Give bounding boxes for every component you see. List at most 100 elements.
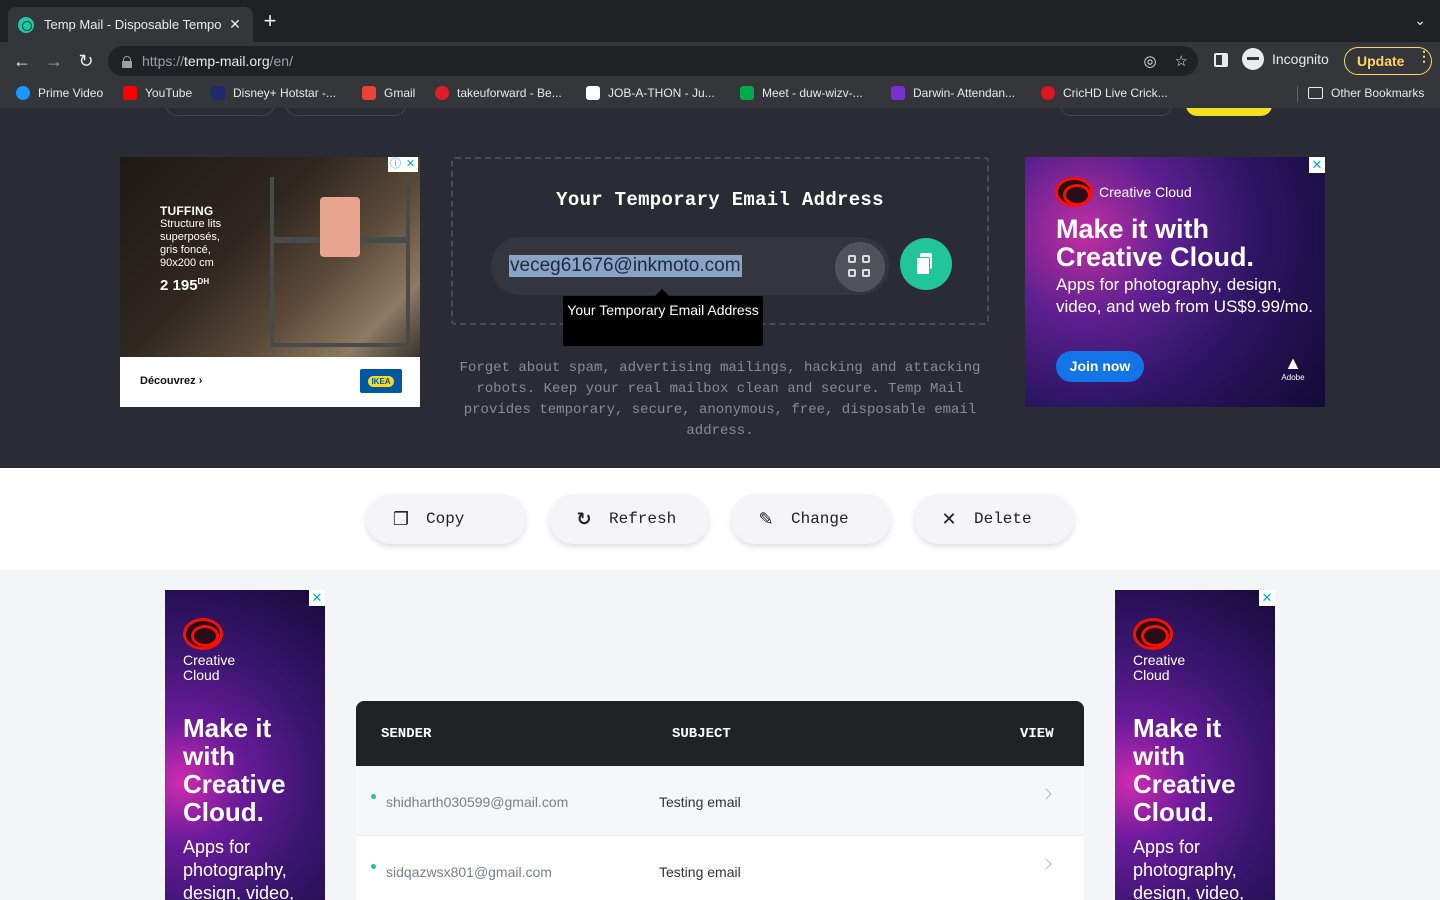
bookmark-youtube[interactable]: YouTube — [123, 86, 192, 100]
email-address-field[interactable]: veceg61676@inkmoto.com — [491, 237, 889, 295]
other-bookmarks-label: Other Bookmarks — [1331, 86, 1425, 100]
side-panel-icon[interactable] — [1214, 53, 1228, 67]
address-bar[interactable]: https://temp-mail.org/en/ ◎ ☆ — [108, 46, 1198, 76]
close-ad-icon[interactable]: ✕ — [309, 590, 325, 606]
info-icon[interactable]: ⓘ — [388, 157, 403, 172]
inbox-row[interactable]: shidharth030599@gmail.com Testing email — [356, 766, 1084, 836]
headline-line: Creative Cloud. — [1056, 242, 1255, 272]
bookmark-takeuforward[interactable]: takeuforward - Be... — [435, 86, 562, 100]
back-button[interactable]: ← — [11, 51, 33, 71]
crichd-icon — [1041, 86, 1055, 100]
adobe-logo: ▲ Adobe — [1281, 353, 1305, 382]
menu-dots-icon[interactable]: ⋮ — [1417, 49, 1431, 63]
ikea-cta[interactable]: Découvrez › — [140, 375, 202, 387]
browser-tab[interactable]: Temp Mail - Disposable Tempo ✕ — [8, 7, 253, 42]
tab-search-chevron-icon[interactable]: ⌄ — [1414, 12, 1426, 29]
creative-cloud-brand: Creative Cloud — [1099, 184, 1192, 200]
headline-line: Creative — [183, 769, 286, 799]
row-subject: Testing email — [659, 794, 741, 810]
page-viewport: TUFFING Structure lits superposés, gris … — [0, 108, 1440, 900]
bookmark-label: Prime Video — [38, 86, 104, 100]
delete-button[interactable]: ✕ Delete — [914, 494, 1074, 544]
close-ad-icon[interactable]: ✕ — [1309, 157, 1325, 173]
url-path: /en/ — [269, 53, 293, 69]
row-subject: Testing email — [659, 864, 741, 880]
copy-label: Copy — [426, 510, 465, 528]
prime-video-icon — [16, 86, 30, 100]
darwin-icon — [891, 86, 905, 100]
header-nav-pill[interactable] — [1060, 108, 1172, 116]
other-bookmarks[interactable]: Other Bookmarks — [1308, 86, 1424, 100]
forward-button[interactable]: → — [43, 51, 65, 71]
bookmark-crichd[interactable]: CricHD Live Crick... — [1041, 86, 1168, 100]
join-now-button[interactable]: Join now — [1056, 351, 1144, 382]
ikea-desc-line: 90x200 cm — [160, 257, 214, 269]
skyscraper-subtext: Apps for photography, design, video, — [183, 836, 294, 900]
inbox-row[interactable]: sidqazwsx801@gmail.com Testing email — [356, 836, 1084, 900]
bookmark-prime-video[interactable]: Prime Video — [16, 86, 103, 100]
headline-line: Make it with — [1056, 214, 1210, 244]
reload-button[interactable]: ↻ — [75, 51, 97, 71]
ikea-desc-line: superposés, — [160, 231, 220, 243]
close-tab-icon[interactable]: ✕ — [227, 16, 243, 33]
headline-line: Cloud. — [183, 797, 264, 827]
adchoices-badge[interactable]: ⓘ ✕ — [388, 157, 418, 172]
bookmark-star-icon[interactable]: ☆ — [1175, 52, 1188, 70]
change-label: Change — [791, 510, 849, 528]
ikea-price-unit: DH — [197, 277, 210, 286]
update-button[interactable]: Update ⋮ — [1344, 47, 1432, 75]
view-chevron-icon[interactable] — [1040, 788, 1052, 800]
tab-title: Temp Mail - Disposable Tempo — [44, 17, 222, 32]
bookmark-darwin[interactable]: Darwin- Attendan... — [891, 86, 1015, 100]
browser-toolbar: ← → ↻ https://temp-mail.org/en/ ◎ ☆ Inco… — [0, 42, 1440, 80]
refresh-icon: ↻ — [576, 508, 592, 530]
skyscraper-subtext: Apps for photography, design, video, — [1133, 836, 1244, 900]
creative-cloud-logo: Creative Cloud — [1055, 177, 1192, 207]
creative-cloud-ad[interactable]: Creative Cloud Make it with Creative Clo… — [1025, 157, 1325, 407]
ikea-desc-line: gris foncé, — [160, 244, 211, 256]
view-chevron-icon[interactable] — [1040, 858, 1052, 870]
copy-button[interactable]: ❐ Copy — [366, 494, 526, 544]
creative-cloud-skyscraper-ad-right[interactable]: Creative Cloud Make it with Creative Clou… — [1115, 590, 1275, 900]
bookmark-hotstar[interactable]: Disney+ Hotstar -... — [211, 86, 336, 100]
bookmark-meet[interactable]: Meet - duw-wizv-... — [740, 86, 863, 100]
refresh-button[interactable]: ↻ Refresh — [549, 494, 709, 544]
row-sender: sidqazwsx801@gmail.com — [386, 864, 552, 880]
incognito-indicator[interactable]: Incognito — [1242, 48, 1329, 70]
sub-line: photography, — [1133, 860, 1237, 880]
copy-email-button[interactable] — [900, 238, 952, 290]
close-ad-icon[interactable]: ✕ — [403, 157, 418, 172]
header-premium-button[interactable] — [1186, 108, 1272, 116]
creative-cloud-headline: Make it with Creative Cloud. — [1056, 215, 1254, 271]
eye-slash-icon[interactable]: ◎ — [1143, 52, 1156, 70]
brand-line: Creative — [1133, 652, 1186, 668]
brand-line: Cloud — [1133, 667, 1170, 683]
qr-code-button[interactable] — [835, 242, 885, 292]
email-address-value[interactable]: veceg61676@inkmoto.com — [509, 255, 742, 277]
creative-cloud-skyscraper-ad-left[interactable]: Creative Cloud Make it with Creative Clou… — [165, 590, 325, 900]
folder-icon — [1308, 87, 1323, 99]
close-ad-icon[interactable]: ✕ — [1259, 590, 1275, 606]
url-scheme: https:// — [142, 53, 185, 69]
headline-line: Make it — [1133, 713, 1222, 743]
header-nav-pill[interactable] — [166, 108, 274, 116]
chevron-right-icon: › — [198, 375, 203, 387]
ikea-logo-text: IKEA — [368, 375, 394, 387]
ikea-ad[interactable]: TUFFING Structure lits superposés, gris … — [120, 157, 420, 407]
skyscraper-headline: Make it with Creative Cloud. — [1133, 714, 1236, 826]
ikea-cta-label: Découvrez — [140, 375, 196, 387]
header-nav-pill[interactable] — [286, 108, 406, 116]
change-button[interactable]: ✎ Change — [731, 494, 891, 544]
site-favicon-icon — [18, 16, 34, 33]
new-tab-button[interactable]: + — [259, 10, 281, 32]
inbox-section: Creative Cloud Make it with Creative Clou… — [0, 570, 1440, 900]
refresh-label: Refresh — [609, 510, 677, 528]
bookmark-label: Gmail — [384, 86, 416, 100]
bookmark-gmail[interactable]: Gmail — [362, 86, 415, 100]
unread-dot-icon — [371, 864, 376, 869]
qr-code-icon-part — [862, 255, 870, 263]
bookmark-jobathon[interactable]: JOB-A-THON - Ju... — [586, 86, 715, 100]
brand-line: Creative — [183, 652, 236, 668]
ikea-ad-copy: TUFFING Structure lits superposés, gris … — [160, 205, 221, 294]
browser-tab-strip: Temp Mail - Disposable Tempo ✕ + ⌄ — [0, 0, 1440, 42]
